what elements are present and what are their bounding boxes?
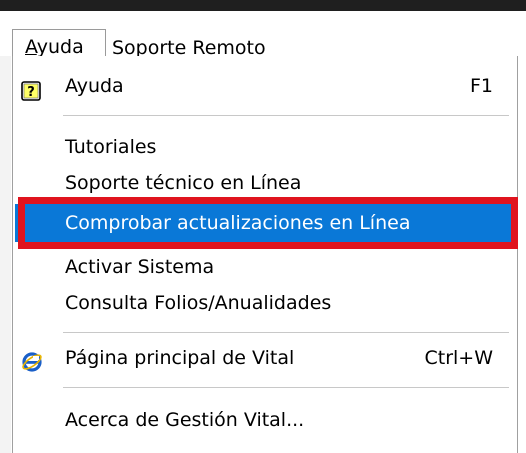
menu-item-activar-sistema-label: Activar Sistema <box>65 256 215 278</box>
menu-item-ayuda-label: Ayuda <box>65 75 124 97</box>
menu-item-soporte-tecnico[interactable]: Soporte técnico en Línea <box>15 164 515 202</box>
menu-item-consulta-folios-label: Consulta Folios/Anualidades <box>65 292 332 314</box>
menu-item-ayuda[interactable]: ? Ayuda F1 <box>15 67 515 105</box>
menu-separator <box>63 332 509 333</box>
menu-item-acerca-de-label: Acerca de Gestión Vital... <box>65 409 305 431</box>
menu-item-comprobar-actualizaciones-label: Comprobar actualizaciones en Línea <box>65 212 411 234</box>
menubar-item-ayuda-label: yuda <box>36 36 84 58</box>
window-top-border <box>0 0 526 11</box>
menu-item-ayuda-shortcut: F1 <box>469 75 493 97</box>
menu-item-pagina-principal-shortcut: Ctrl+W <box>424 347 493 369</box>
menu-item-pagina-principal-label: Página principal de Vital <box>65 347 295 369</box>
menu-separator <box>63 387 509 388</box>
menubar: Ayuda Soporte Remoto <box>0 11 526 65</box>
svg-text:?: ? <box>27 85 35 100</box>
ayuda-dropdown-menu: ? Ayuda F1 Tutoriales Soporte técnico en… <box>12 56 518 453</box>
menu-item-acerca-de[interactable]: Acerca de Gestión Vital... <box>15 401 515 439</box>
menu-separator <box>63 115 509 116</box>
menu-item-tutoriales[interactable]: Tutoriales <box>15 128 515 166</box>
help-question-icon: ? <box>21 76 41 101</box>
menu-item-consulta-folios[interactable]: Consulta Folios/Anualidades <box>15 284 515 322</box>
menu-item-pagina-principal[interactable]: Página principal de Vital Ctrl+W <box>15 339 515 377</box>
menu-item-tutoriales-label: Tutoriales <box>65 136 157 158</box>
menu-item-comprobar-actualizaciones[interactable]: Comprobar actualizaciones en Línea <box>15 204 515 242</box>
menubar-item-ayuda-mnemonic: A <box>25 36 37 58</box>
background-window-edge <box>0 56 11 453</box>
internet-explorer-icon <box>21 348 42 372</box>
menu-item-soporte-tecnico-label: Soporte técnico en Línea <box>65 172 302 194</box>
menu-item-activar-sistema[interactable]: Activar Sistema <box>15 248 515 286</box>
